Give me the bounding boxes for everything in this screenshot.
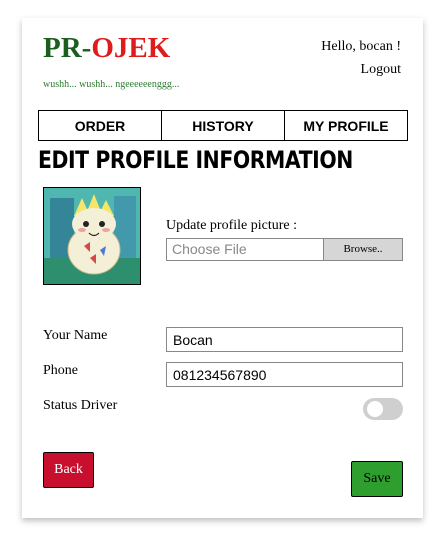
upload-picture-label: Update profile picture : <box>166 218 298 233</box>
profile-picture-file-input: Choose File Browse.. <box>166 238 403 261</box>
tab-order[interactable]: ORDER <box>39 111 162 140</box>
name-label: Your Name <box>43 328 108 343</box>
app-logo: PR-OJEK <box>43 34 170 63</box>
tab-history[interactable]: HISTORY <box>162 111 285 140</box>
logo-ojek: OJEK <box>91 32 171 64</box>
phone-field[interactable] <box>166 362 403 387</box>
tab-my-profile[interactable]: MY PROFILE <box>285 111 407 140</box>
user-greeting: Hello, bocan ! <box>321 39 401 54</box>
toggle-knob <box>367 401 383 417</box>
browse-button[interactable]: Browse.. <box>323 239 402 260</box>
main-nav: ORDER HISTORY MY PROFILE <box>38 110 408 141</box>
phone-label: Phone <box>43 363 78 378</box>
file-name-field[interactable]: Choose File <box>167 239 323 260</box>
profile-picture-image <box>44 188 140 284</box>
page-title: EDIT PROFILE INFORMATION <box>38 146 353 174</box>
back-button[interactable]: Back <box>43 452 94 488</box>
logo-pr: PR <box>43 32 82 64</box>
status-driver-toggle[interactable] <box>363 398 403 420</box>
tagline: wushh... wushh... ngeeeeeenggg... <box>43 79 180 90</box>
status-driver-label: Status Driver <box>43 398 118 413</box>
profile-card: PR-OJEK wushh... wushh... ngeeeeeenggg..… <box>22 18 423 518</box>
logout-link[interactable]: Logout <box>361 62 401 78</box>
logo-dash: - <box>81 32 92 64</box>
profile-picture <box>43 187 141 285</box>
save-button[interactable]: Save <box>351 461 403 497</box>
name-field[interactable] <box>166 327 403 352</box>
